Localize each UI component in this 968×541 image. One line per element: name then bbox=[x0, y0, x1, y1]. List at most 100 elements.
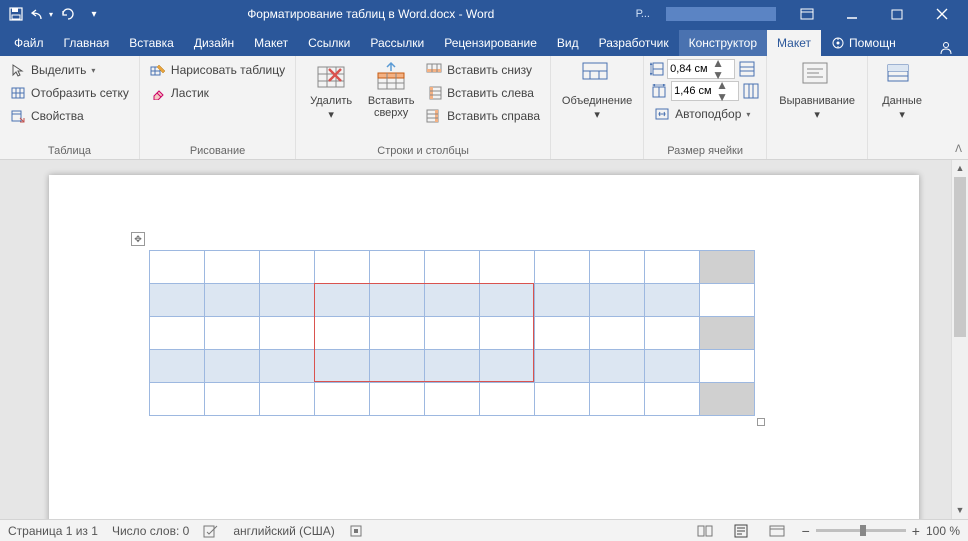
table-cell[interactable] bbox=[645, 317, 700, 350]
scroll-up-button[interactable]: ▲ bbox=[952, 160, 968, 177]
table-cell[interactable] bbox=[315, 383, 370, 416]
tab-insert[interactable]: Вставка bbox=[119, 30, 184, 56]
tab-file[interactable]: Файл bbox=[4, 30, 54, 56]
merge-button[interactable]: Объединение▾ bbox=[557, 59, 637, 123]
table-cell[interactable] bbox=[590, 350, 645, 383]
ribbon-display-button[interactable] bbox=[784, 0, 829, 28]
table-cell[interactable] bbox=[425, 383, 480, 416]
insert-above-button[interactable]: Вставить сверху bbox=[362, 59, 420, 121]
eraser-button[interactable]: Ластик bbox=[146, 82, 289, 104]
table-cell[interactable] bbox=[370, 284, 425, 317]
table-cell[interactable] bbox=[590, 284, 645, 317]
tab-review[interactable]: Рецензирование bbox=[434, 30, 547, 56]
distribute-cols-button[interactable] bbox=[742, 82, 760, 100]
tab-mailings[interactable]: Рассылки bbox=[360, 30, 434, 56]
table-cell[interactable] bbox=[590, 251, 645, 284]
tab-references[interactable]: Ссылки bbox=[298, 30, 360, 56]
table-cell[interactable] bbox=[700, 251, 755, 284]
web-layout-button[interactable] bbox=[766, 522, 788, 540]
table-cell[interactable] bbox=[370, 317, 425, 350]
table-cell[interactable] bbox=[700, 350, 755, 383]
zoom-in-button[interactable]: + bbox=[912, 523, 920, 539]
table-cell[interactable] bbox=[315, 284, 370, 317]
table-resize-handle[interactable] bbox=[757, 418, 765, 426]
collapse-ribbon-button[interactable]: ᐱ bbox=[955, 144, 962, 155]
gridlines-button[interactable]: Отобразить сетку bbox=[6, 82, 133, 104]
tab-developer[interactable]: Разработчик bbox=[589, 30, 679, 56]
qat-customize[interactable]: ▾ bbox=[82, 3, 106, 25]
draw-table-button[interactable]: Нарисовать таблицу bbox=[146, 59, 289, 81]
language-indicator[interactable]: английский (США) bbox=[233, 524, 334, 538]
tab-table-layout[interactable]: Макет bbox=[767, 30, 821, 56]
table-cell[interactable] bbox=[480, 251, 535, 284]
table-cell[interactable] bbox=[370, 383, 425, 416]
table-cell[interactable] bbox=[260, 350, 315, 383]
table-cell[interactable] bbox=[480, 284, 535, 317]
share-button[interactable] bbox=[928, 40, 964, 56]
table-cell[interactable] bbox=[700, 383, 755, 416]
table-cell[interactable] bbox=[535, 251, 590, 284]
zoom-handle[interactable] bbox=[860, 525, 866, 536]
table-cell[interactable] bbox=[700, 317, 755, 350]
table-cell[interactable] bbox=[205, 383, 260, 416]
save-button[interactable] bbox=[4, 3, 28, 25]
col-width-value[interactable] bbox=[672, 85, 716, 97]
table-cell[interactable] bbox=[205, 350, 260, 383]
document-table[interactable] bbox=[149, 250, 755, 416]
properties-button[interactable]: Свойства bbox=[6, 105, 133, 127]
scroll-down-button[interactable]: ▼ bbox=[952, 502, 968, 519]
tab-design[interactable]: Дизайн bbox=[184, 30, 244, 56]
maximize-button[interactable] bbox=[874, 0, 919, 28]
pending-tip[interactable]: Р... bbox=[636, 8, 650, 20]
table-move-handle[interactable]: ✥ bbox=[131, 232, 145, 246]
autofit-button[interactable]: Автоподбор▾ bbox=[650, 103, 760, 125]
print-layout-button[interactable] bbox=[730, 522, 752, 540]
tab-view[interactable]: Вид bbox=[547, 30, 589, 56]
table-cell[interactable] bbox=[260, 284, 315, 317]
table-cell[interactable] bbox=[535, 284, 590, 317]
table-cell[interactable] bbox=[205, 284, 260, 317]
table-cell[interactable] bbox=[425, 284, 480, 317]
delete-button[interactable]: Удалить▾ bbox=[302, 59, 360, 123]
vertical-scrollbar[interactable]: ▲ ▼ bbox=[951, 160, 968, 519]
table-cell[interactable] bbox=[260, 317, 315, 350]
table-cell[interactable] bbox=[150, 251, 205, 284]
undo-button[interactable]: ▾ bbox=[30, 3, 54, 25]
table-cell[interactable] bbox=[205, 251, 260, 284]
zoom-value[interactable]: 100 % bbox=[926, 524, 960, 538]
page-indicator[interactable]: Страница 1 из 1 bbox=[8, 524, 98, 538]
insert-left-button[interactable]: Вставить слева bbox=[422, 82, 544, 104]
close-button[interactable] bbox=[919, 0, 964, 28]
table-cell[interactable] bbox=[370, 350, 425, 383]
table-cell[interactable] bbox=[645, 251, 700, 284]
table-cell[interactable] bbox=[315, 350, 370, 383]
redo-button[interactable] bbox=[56, 3, 80, 25]
tab-home[interactable]: Главная bbox=[54, 30, 120, 56]
table-cell[interactable] bbox=[315, 317, 370, 350]
table-cell[interactable] bbox=[645, 383, 700, 416]
table-cell[interactable] bbox=[425, 317, 480, 350]
table-cell[interactable] bbox=[315, 251, 370, 284]
table-cell[interactable] bbox=[700, 284, 755, 317]
table-cell[interactable] bbox=[150, 284, 205, 317]
table-cell[interactable] bbox=[150, 350, 205, 383]
table-cell[interactable] bbox=[425, 350, 480, 383]
zoom-out-button[interactable]: − bbox=[802, 523, 810, 539]
tab-layout[interactable]: Макет bbox=[244, 30, 298, 56]
table-cell[interactable] bbox=[480, 317, 535, 350]
table-cell[interactable] bbox=[645, 350, 700, 383]
word-count[interactable]: Число слов: 0 bbox=[112, 524, 189, 538]
table-cell[interactable] bbox=[370, 251, 425, 284]
tab-table-design[interactable]: Конструктор bbox=[679, 30, 767, 56]
distribute-rows-button[interactable] bbox=[738, 60, 756, 78]
table-cell[interactable] bbox=[260, 383, 315, 416]
read-mode-button[interactable] bbox=[694, 522, 716, 540]
table-cell[interactable] bbox=[205, 317, 260, 350]
table-cell[interactable] bbox=[480, 383, 535, 416]
tell-me[interactable]: Помощн bbox=[821, 30, 906, 56]
table-cell[interactable] bbox=[645, 284, 700, 317]
col-width-input[interactable]: ▲▼ bbox=[671, 81, 739, 101]
select-button[interactable]: Выделить▾ bbox=[6, 59, 133, 81]
table-cell[interactable] bbox=[535, 317, 590, 350]
insert-below-button[interactable]: Вставить снизу bbox=[422, 59, 544, 81]
